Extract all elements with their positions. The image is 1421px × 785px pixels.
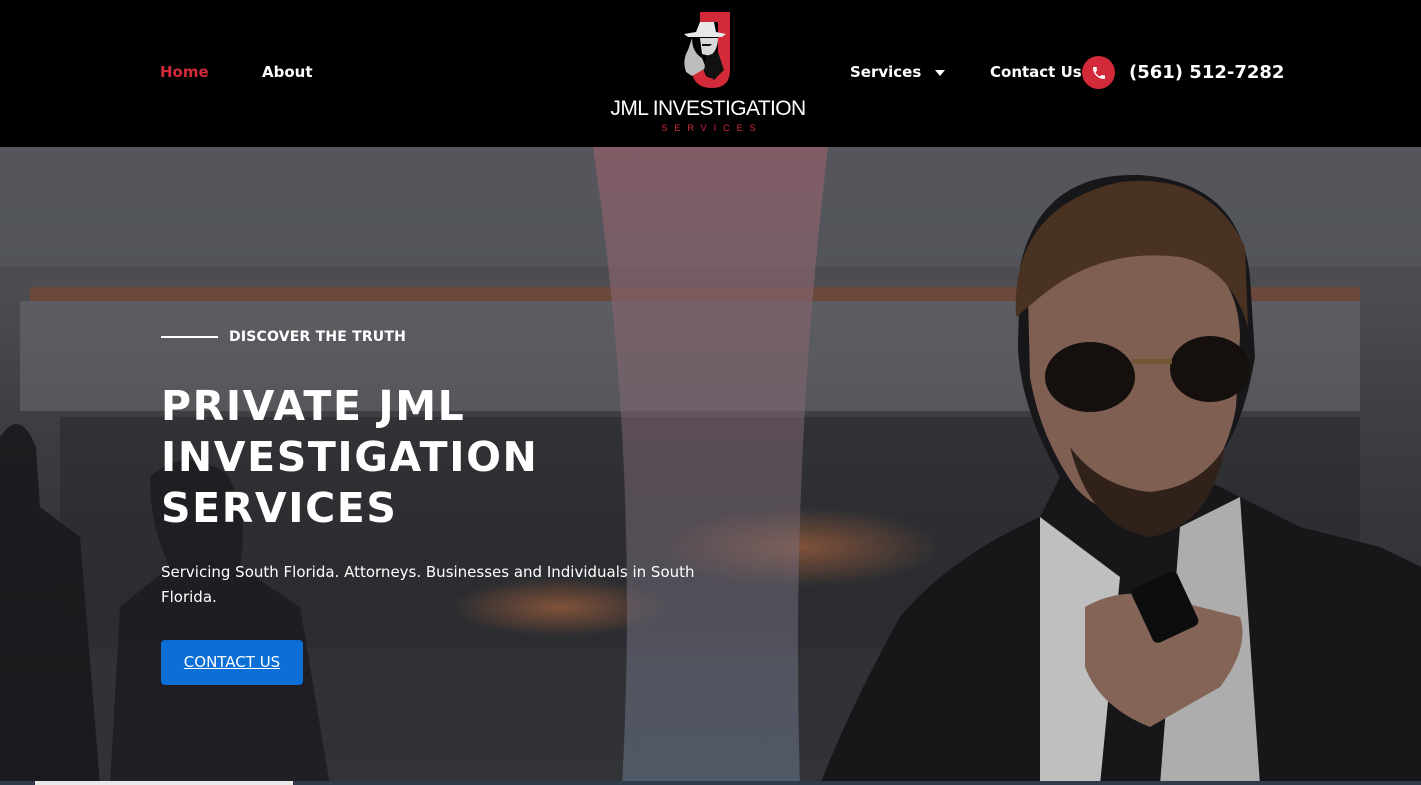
eyebrow-text: DISCOVER THE TRUTH bbox=[229, 329, 407, 345]
eyebrow-divider bbox=[161, 336, 218, 338]
hero-section: DISCOVER THE TRUTH PRIVATE JML INVESTIGA… bbox=[0, 147, 1421, 785]
phone-number: (561) 512-7282 bbox=[1129, 62, 1285, 83]
nav-services-dropdown[interactable]: Services bbox=[850, 62, 946, 82]
nav-contact-link[interactable]: Contact Us bbox=[990, 62, 1082, 82]
site-logo[interactable]: JML INVESTIGATION SERVICES bbox=[608, 10, 808, 138]
caret-down-icon bbox=[935, 70, 946, 76]
hero-subtitle: Servicing South Florida. Attorneys. Busi… bbox=[161, 563, 695, 606]
phone-icon bbox=[1082, 56, 1115, 89]
contact-us-button[interactable]: CONTACT US bbox=[161, 640, 303, 685]
hero-content: DISCOVER THE TRUTH PRIVATE JML INVESTIGA… bbox=[161, 327, 721, 685]
hero-title: PRIVATE JML INVESTIGATION SERVICES bbox=[161, 382, 539, 532]
logo-tagline: SERVICES bbox=[661, 123, 763, 133]
nav-about-link[interactable]: About bbox=[262, 62, 313, 82]
hero-eyebrow: DISCOVER THE TRUTH bbox=[161, 327, 721, 347]
phone-link[interactable]: (561) 512-7282 bbox=[1082, 56, 1284, 89]
site-header: Home About JML INVESTIGATION SERVICES Se… bbox=[0, 0, 1421, 147]
bottom-strip-highlight bbox=[35, 781, 293, 785]
logo-name: JML INVESTIGATION bbox=[610, 97, 806, 120]
nav-home-link[interactable]: Home bbox=[160, 62, 209, 82]
detective-j-logo bbox=[684, 12, 730, 88]
nav-services-label: Services bbox=[850, 63, 922, 81]
